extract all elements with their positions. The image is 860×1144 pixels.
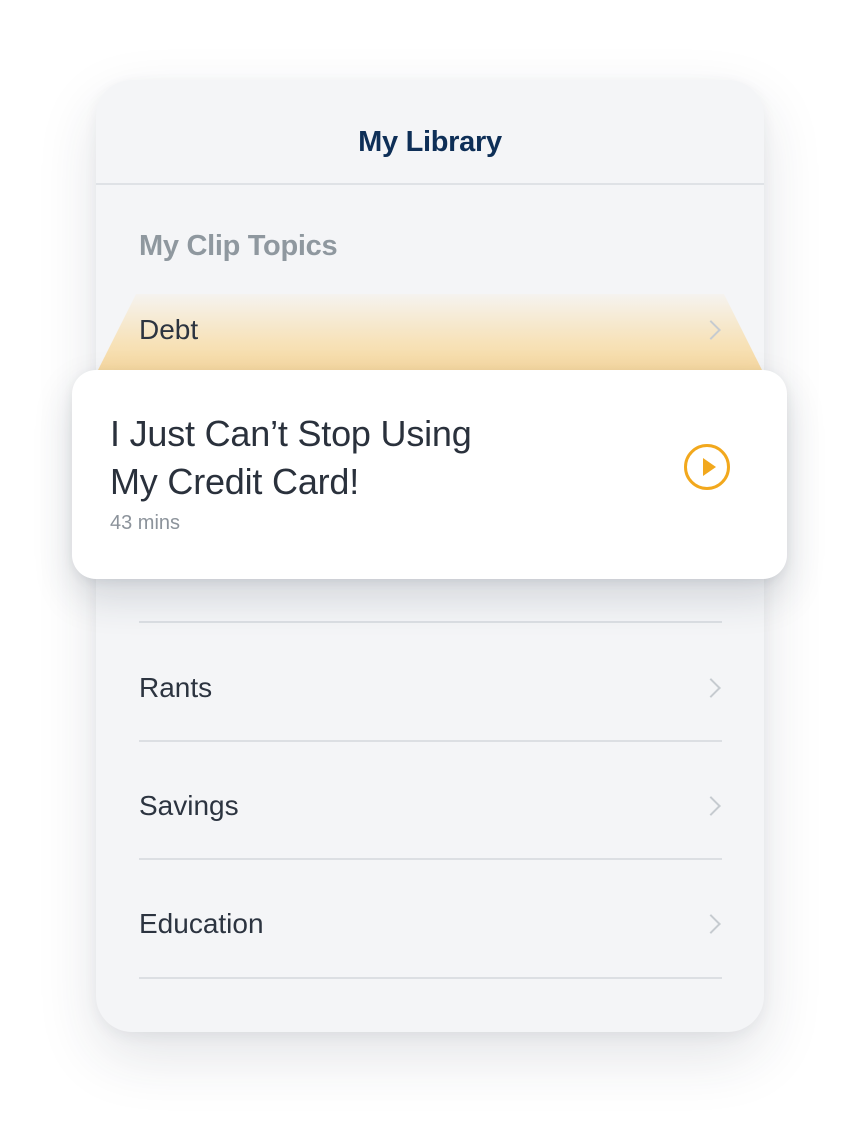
clip-duration: 43 mins bbox=[110, 512, 181, 534]
clip-card[interactable]: I Just Can’t Stop Using My Credit Card! … bbox=[72, 370, 787, 579]
divider bbox=[139, 858, 722, 860]
chevron-right-icon bbox=[701, 678, 721, 698]
divider bbox=[139, 621, 722, 623]
section-title: My Clip Topics bbox=[139, 230, 338, 262]
topic-label: Debt bbox=[139, 314, 199, 345]
play-icon bbox=[703, 458, 716, 476]
topic-row-rants[interactable]: Rants bbox=[139, 629, 722, 747]
topic-label: Education bbox=[139, 908, 264, 939]
page-title: My Library bbox=[358, 126, 502, 158]
chevron-right-icon bbox=[701, 796, 721, 816]
topic-row-education[interactable]: Education bbox=[139, 865, 722, 983]
topic-row-savings[interactable]: Savings bbox=[139, 747, 722, 865]
chevron-right-icon bbox=[701, 914, 721, 934]
clip-title: I Just Can’t Stop Using My Credit Card! bbox=[110, 410, 590, 506]
divider bbox=[139, 977, 722, 979]
stage: My Library My Clip Topics Debt Rants Sav… bbox=[0, 0, 860, 1144]
topic-label: Rants bbox=[139, 672, 213, 703]
chevron-right-icon bbox=[701, 320, 721, 340]
play-circle-icon[interactable] bbox=[684, 444, 730, 490]
clip-title-line-2: My Credit Card! bbox=[110, 461, 360, 502]
header: My Library bbox=[96, 80, 764, 185]
divider bbox=[139, 740, 722, 742]
topic-label: Savings bbox=[139, 790, 239, 821]
clip-title-line-1: I Just Can’t Stop Using bbox=[110, 413, 472, 454]
